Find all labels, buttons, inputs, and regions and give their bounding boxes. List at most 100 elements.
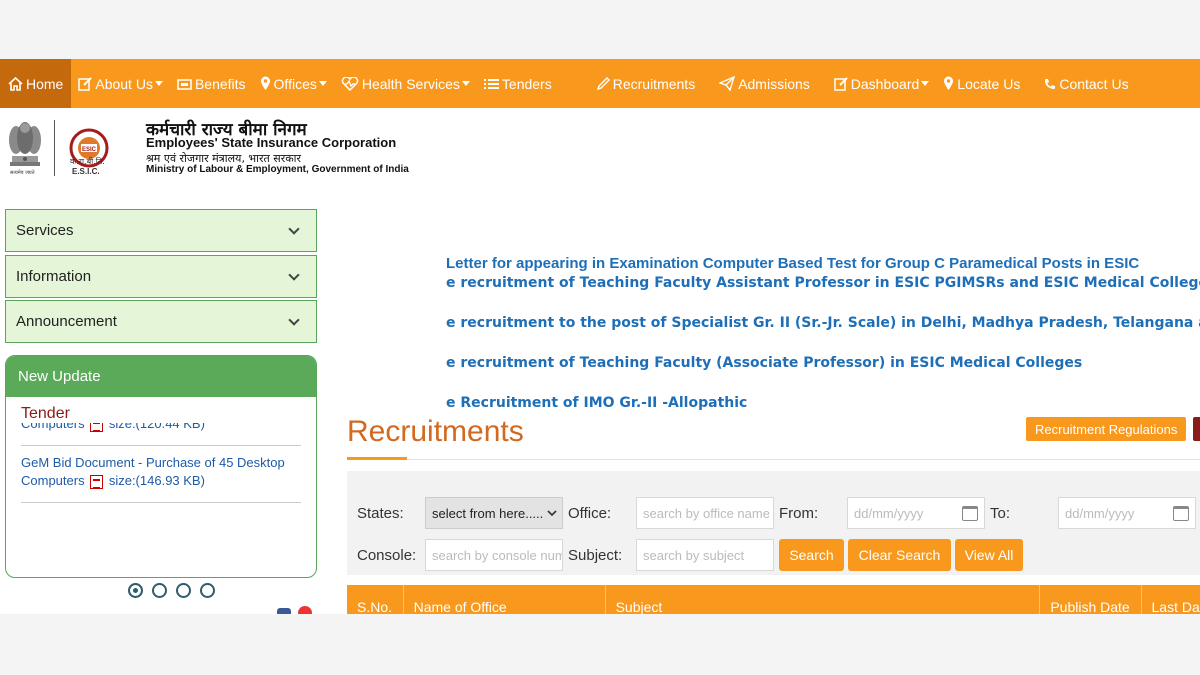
column-header[interactable]: Publish Date <box>1040 585 1142 614</box>
view-all-button[interactable]: View All <box>955 539 1023 571</box>
chevron-down-icon <box>288 222 300 235</box>
nav-recruitments[interactable]: Recruitments <box>589 59 702 108</box>
ministry-english: Ministry of Labour & Employment, Governm… <box>146 164 409 175</box>
tender-list: Computers size:(120.44 KB) GeM Bid Docum… <box>21 423 301 543</box>
clear-search-button[interactable]: Clear Search <box>848 539 951 571</box>
caret-down-icon <box>921 81 930 86</box>
phone-icon <box>1044 78 1059 90</box>
tender-link[interactable]: Computers <box>21 423 85 431</box>
home-icon <box>8 76 26 91</box>
national-emblem-icon <box>9 122 41 166</box>
nav-benefits[interactable]: Benefits <box>170 59 253 108</box>
from-date-placeholder: dd/mm/yyyy <box>854 505 924 521</box>
news-link[interactable]: e recruitment of Teaching Faculty (Assoc… <box>446 355 1082 371</box>
column-header[interactable]: S.No. <box>347 585 404 614</box>
to-date-input[interactable]: dd/mm/yyyy <box>1058 497 1196 529</box>
accordion-announcement[interactable]: Announcement <box>5 300 317 343</box>
from-date-input[interactable]: dd/mm/yyyy <box>847 497 985 529</box>
file-size: size:(120.44 KB) <box>108 423 205 431</box>
office-search-input[interactable]: search by office name <box>636 497 774 529</box>
calendar-icon[interactable] <box>1173 506 1189 521</box>
edit-icon <box>834 76 851 91</box>
accordion-label: Announcement <box>16 313 117 330</box>
pdf-icon <box>90 423 104 432</box>
social-icons[interactable] <box>275 606 315 614</box>
title-divider <box>407 459 1200 460</box>
list-icon <box>483 78 502 90</box>
nav-label: Home <box>26 75 64 92</box>
column-header[interactable]: Last Date <box>1142 585 1200 614</box>
accordion-information[interactable]: Information <box>5 255 317 298</box>
nav-home[interactable]: Home <box>0 59 72 108</box>
pencil-icon <box>596 76 613 91</box>
subject-label: Subject: <box>568 547 623 564</box>
states-label: States: <box>357 505 404 522</box>
nav-health-services[interactable]: Health Services <box>334 59 477 108</box>
nav-label: About Us <box>95 75 153 92</box>
map-marker-icon <box>260 76 274 91</box>
news-link[interactable]: e recruitment of Teaching Faculty Assist… <box>446 275 1200 291</box>
carousel-dot[interactable] <box>200 583 215 598</box>
recruitment-table-header: S.No. Name of Office Subject Publish Dat… <box>347 585 1200 614</box>
to-date-placeholder: dd/mm/yyyy <box>1065 505 1135 521</box>
nav-label: Admissions <box>738 75 810 92</box>
nav-label: Benefits <box>194 75 246 92</box>
console-label: Console: <box>357 547 417 564</box>
accordion-services[interactable]: Services <box>5 209 317 252</box>
nav-dashboard[interactable]: Dashboard <box>827 59 937 108</box>
calendar-icon[interactable] <box>962 506 978 521</box>
states-select[interactable]: select from here..... <box>425 497 563 529</box>
subject-search-input[interactable]: search by subject <box>636 539 774 571</box>
carousel-dot[interactable] <box>176 583 191 598</box>
wallet-icon <box>177 78 195 90</box>
nav-label: Health Services <box>361 75 460 92</box>
new-update-title: New Update <box>6 356 316 397</box>
secondary-button[interactable] <box>1193 417 1200 441</box>
news-link[interactable]: e Recruitment of IMO Gr.-II -Allopathic <box>446 395 747 411</box>
filter-panel: States: select from here..... Office: se… <box>347 471 1200 575</box>
new-update-panel: New Update Tender Computers size:(120.44… <box>5 355 317 578</box>
logo-english-text: E.S.I.C. <box>72 167 100 176</box>
nav-admissions[interactable]: Admissions <box>712 59 817 108</box>
chevron-down-icon <box>288 313 300 326</box>
main-nav: Home About Us Benefits Offices Health Servic… <box>0 59 1200 108</box>
news-link[interactable]: e recruitment to the post of Specialist … <box>446 315 1200 331</box>
title-underline <box>347 457 407 460</box>
nav-label: Contact Us <box>1059 75 1129 92</box>
caret-down-icon <box>318 81 327 86</box>
edit-icon <box>78 76 95 91</box>
facebook-icon <box>277 608 291 614</box>
recruitment-regulations-button[interactable]: Recruitment Regulations <box>1026 417 1187 441</box>
emblem-caption: सत्यमेव जयते <box>10 170 35 176</box>
file-size: size:(146.93 KB) <box>108 473 205 488</box>
chevron-down-icon <box>288 268 300 281</box>
map-marker-icon <box>943 76 957 91</box>
nav-tenders[interactable]: Tenders <box>477 59 559 108</box>
console-search-input[interactable]: search by console number <box>425 539 563 571</box>
column-header[interactable]: Subject <box>606 585 1041 614</box>
nav-locate-us[interactable]: Locate Us <box>936 59 1027 108</box>
accordion-label: Information <box>16 268 92 285</box>
tender-item[interactable]: Computers size:(120.44 KB) <box>21 423 301 446</box>
caret-down-icon <box>154 81 163 86</box>
pdf-icon <box>90 474 104 489</box>
carousel-dots <box>128 583 215 598</box>
tender-item[interactable]: GeM Bid Document - Purchase of 45 Deskto… <box>21 446 301 503</box>
nav-about-us[interactable]: About Us <box>71 59 170 108</box>
news-link[interactable]: Letter for appearing in Examination Comp… <box>446 255 1139 272</box>
chevron-down-icon <box>547 510 557 517</box>
column-header[interactable]: Name of Office <box>404 585 606 614</box>
nav-offices[interactable]: Offices <box>253 59 334 108</box>
search-button[interactable]: Search <box>779 539 844 571</box>
carousel-dot[interactable] <box>128 583 143 598</box>
logo-hindi-text: क.रा.बी.नि. <box>70 157 105 166</box>
org-name-english: Employees' State Insurance Corporation <box>146 135 397 150</box>
office-label: Office: <box>568 505 612 522</box>
carousel-dot[interactable] <box>152 583 167 598</box>
nav-contact-us[interactable]: Contact Us <box>1037 59 1135 108</box>
nav-label: Locate Us <box>957 75 1021 92</box>
paper-plane-icon <box>719 76 738 91</box>
site-header: सत्यमेव जयते ESIC क.रा.बी.नि. E.S.I.C. क… <box>0 108 600 188</box>
accordion-label: Services <box>16 222 74 239</box>
nav-label: Dashboard <box>850 75 920 92</box>
